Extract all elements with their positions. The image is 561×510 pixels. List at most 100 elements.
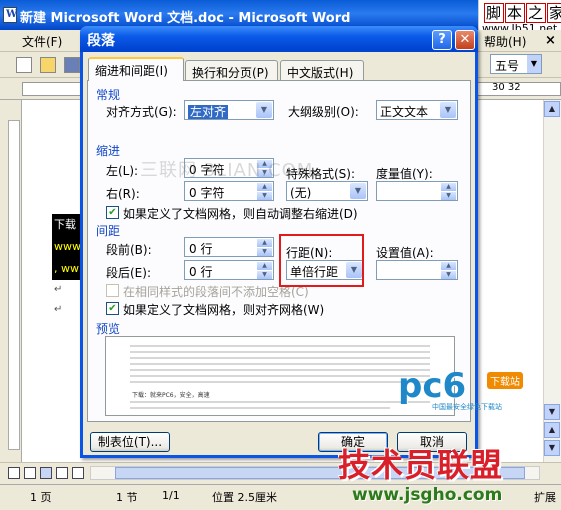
preview-line [130,345,430,347]
status-page: 1 页 [30,491,52,504]
previous-page-icon[interactable]: ▲ [544,422,560,438]
tab-asian-typography[interactable]: 中文版式(H) [280,60,364,80]
dialog-title-bar[interactable]: 段落 [80,26,478,52]
measure-label: 度量值(Y): [376,167,433,181]
chevron-down-icon[interactable]: ▼ [440,102,456,118]
section-indent: 缩进 [96,144,121,158]
indent-right-spinner[interactable]: 0 字符 ▲ ▼ [184,181,274,201]
tab-stops-button[interactable]: 制表位(T)... [90,432,170,452]
spin-up-icon[interactable]: ▲ [257,262,272,270]
save-disk-icon[interactable] [64,57,80,73]
spin-down-icon[interactable]: ▼ [441,271,456,279]
alignment-select[interactable]: 左对齐 ▼ [184,100,274,120]
word-document-icon [3,7,17,23]
outline-level-select[interactable]: 正文文本 ▼ [376,100,458,120]
tab-line-page-breaks[interactable]: 换行和分页(P) [185,60,278,80]
line-spacing-highlight [279,234,364,287]
auto-adjust-label[interactable]: 如果定义了文档网格，则自动调整右缩进(D) [123,205,358,222]
section-preview: 预览 [96,322,121,336]
jb51-watermark: 脚本之家 [484,2,561,23]
sanlian-watermark: 三联网 3LIAN.COM [140,160,314,181]
doc-line-3: , ww [54,262,79,275]
setting-value-label: 设置值(A): [376,246,434,260]
chevron-down-icon[interactable]: ▼ [350,183,366,199]
status-position: 位置 2.5厘米 [212,491,277,504]
jb51-watermark-char: 脚 [484,3,505,23]
doc-line-1: 下载 [54,218,76,231]
indent-right-label: 右(R): [106,187,140,201]
status-section: 1 节 [116,491,138,504]
special-format-value: (无) [290,186,312,200]
preview-line [130,401,430,403]
help-icon[interactable]: ? [432,30,452,50]
spacing-before-value: 0 行 [189,242,213,256]
word-window-title: 新建 Microsoft Word 文档.doc - Microsoft Wor… [20,11,351,26]
close-icon[interactable]: ✕ [455,30,475,50]
tab-indent-spacing[interactable]: 缩进和间距(I) [88,57,184,81]
jsgho-watermark: 技术员联盟 [338,446,504,484]
chevron-down-icon[interactable]: ▼ [256,102,272,118]
preview-line [130,351,430,353]
dialog-title: 段落 [87,33,115,49]
open-folder-icon[interactable] [40,57,56,73]
menu-help[interactable]: 帮助(H) [484,33,526,50]
preview-line [130,369,430,371]
spin-up-icon[interactable]: ▲ [257,183,272,191]
snap-grid-checkbox[interactable]: ✔ [106,302,119,315]
normal-view-icon[interactable] [8,467,20,479]
scroll-up-icon[interactable]: ▲ [544,101,560,117]
outline-level-value: 正文文本 [380,105,429,119]
preview-line [130,375,430,377]
page-view-icon[interactable] [40,467,52,479]
measure-spinner[interactable]: ▲ ▼ [376,181,458,201]
no-space-same-style-checkbox[interactable] [106,284,119,297]
outline-view-icon[interactable] [56,467,68,479]
pc6-badge: 下载站 [487,372,523,389]
spacing-after-label: 段后(E): [106,266,151,280]
jb51-watermark-char: 家 [547,3,561,23]
paragraph-mark-icon: ↵ [54,284,63,295]
pc6-logo: pc6 [398,366,467,406]
new-document-icon[interactable] [16,57,32,73]
section-spacing: 间距 [96,224,121,238]
next-page-icon[interactable]: ▼ [544,440,560,456]
auto-adjust-checkbox[interactable]: ✔ [106,206,119,219]
spin-up-icon[interactable]: ▲ [441,183,456,191]
document-highlighted-text: 下载 www , ww [52,214,82,280]
doc-line-2: www [54,240,81,253]
spacing-after-spinner[interactable]: 0 行 ▲ ▼ [184,260,274,280]
indent-right-value: 0 字符 [189,186,225,200]
spin-up-icon[interactable]: ▲ [257,239,272,247]
spin-down-icon[interactable]: ▼ [257,271,272,279]
jb51-watermark-char: 之 [526,3,547,23]
spin-down-icon[interactable]: ▼ [257,192,272,200]
spin-down-icon[interactable]: ▼ [257,248,272,256]
preview-sample-text: 下载：就来PC6，安全，高速 [132,392,210,399]
preview-line [130,407,390,409]
spin-down-icon[interactable]: ▼ [441,192,456,200]
vertical-ruler-scale [8,120,20,450]
chevron-down-icon[interactable]: ▼ [527,55,541,73]
reading-view-icon[interactable] [72,467,84,479]
section-general: 常规 [96,88,121,102]
ruler-numbers: 30 32 [492,82,521,93]
status-extend: 扩展 [534,491,556,504]
web-view-icon[interactable] [24,467,36,479]
document-close-icon[interactable]: × [545,33,556,48]
alignment-label: 对齐方式(G): [106,105,177,119]
spin-up-icon[interactable]: ▲ [441,262,456,270]
spacing-before-label: 段前(B): [106,243,152,257]
setting-value-spinner[interactable]: ▲ ▼ [376,260,458,280]
special-format-select[interactable]: (无) ▼ [286,181,368,201]
status-page-of: 1/1 [162,489,180,502]
snap-grid-label[interactable]: 如果定义了文档网格，则对齐网格(W) [123,301,324,318]
outline-level-label: 大纲级别(O): [288,105,359,119]
preview-line [130,363,430,365]
alignment-value: 左对齐 [188,105,229,119]
spacing-after-value: 0 行 [189,265,213,279]
spacing-before-spinner[interactable]: 0 行 ▲ ▼ [184,237,274,257]
scroll-down-icon[interactable]: ▼ [544,404,560,420]
menu-file[interactable]: 文件(F) [22,33,62,50]
preview-line [130,357,430,359]
indent-left-label: 左(L): [106,164,139,178]
